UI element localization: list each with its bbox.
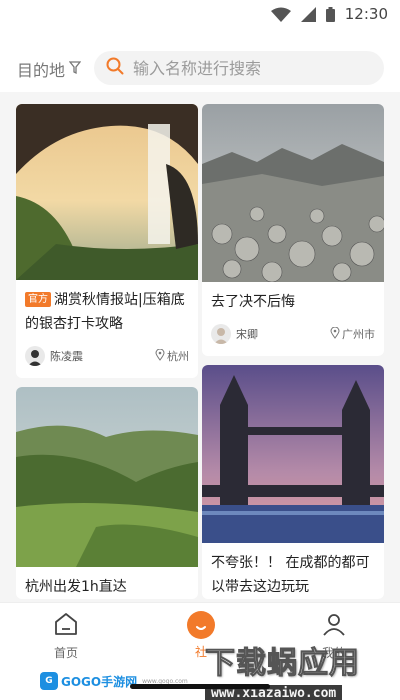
location-pin-icon [155, 348, 165, 364]
green-valley-photo [16, 387, 198, 567]
feed-column-left: 官方 湖赏秋情报站|压箱底的银杏打卡攻略 陈凌震 杭州 杭州出发1h直达 [16, 104, 198, 602]
feed-card[interactable]: 不夸张！！ 在成都的都可以带去这边玩玩 [202, 365, 384, 599]
avatar [25, 346, 45, 366]
location-text: 杭州 [167, 350, 189, 363]
card-meta: 陈凌震 杭州 [16, 336, 198, 378]
destination-filter[interactable]: 目的地 [17, 57, 82, 81]
author-name: 宋卿 [236, 328, 258, 341]
user-icon [321, 611, 347, 640]
card-location: 杭州 [155, 348, 189, 364]
tower-bridge-photo [202, 365, 384, 543]
rocky-mountain-photo [202, 104, 384, 282]
feed-card[interactable]: 官方 湖赏秋情报站|压箱底的银杏打卡攻略 陈凌震 杭州 [16, 104, 198, 378]
filter-icon [68, 60, 82, 79]
search-row: 目的地 [0, 46, 400, 90]
feed-column-right: 去了决不后悔 宋卿 广州市 不夸张！！ 在成都的都可以带去这边玩玩 [202, 104, 384, 602]
status-bar: 12:30 [0, 0, 400, 30]
destination-label: 目的地 [17, 61, 66, 80]
author-name: 陈凌震 [50, 350, 83, 363]
search-icon [106, 57, 124, 79]
watermark-main-text: 下载蜗应用 [205, 646, 360, 682]
card-title: 官方 湖赏秋情报站|压箱底的银杏打卡攻略 [16, 280, 198, 336]
gogo-logo-icon: G [40, 672, 58, 690]
community-icon [187, 611, 215, 639]
home-indicator [130, 684, 270, 689]
location-pin-icon [330, 326, 340, 342]
card-author[interactable]: 宋卿 [211, 324, 258, 344]
tab-home-label: 首页 [53, 646, 78, 660]
battery-icon [325, 6, 335, 22]
signal-icon [300, 6, 316, 22]
tab-home[interactable]: 首页 [26, 611, 106, 661]
home-icon [53, 611, 79, 640]
search-box[interactable] [94, 51, 384, 85]
feed-card[interactable]: 去了决不后悔 宋卿 广州市 [202, 104, 384, 356]
waterfall-cave-photo [16, 104, 198, 280]
gogo-site-name: GOGO手游网 [61, 674, 138, 689]
card-location: 广州市 [330, 326, 375, 342]
search-input[interactable] [133, 58, 363, 78]
avatar [211, 324, 231, 344]
card-title: 不夸张！！ 在成都的都可以带去这边玩玩 [211, 555, 370, 595]
status-time: 12:30 [344, 5, 388, 23]
card-author[interactable]: 陈凌震 [25, 346, 83, 366]
official-badge: 官方 [25, 292, 51, 307]
wifi-icon [270, 7, 291, 22]
feed: 官方 湖赏秋情报站|压箱底的银杏打卡攻略 陈凌震 杭州 杭州出发1h直达 去了决… [0, 92, 400, 602]
site-watermark: 下载蜗应用 www.xiazaiwo.com [205, 638, 395, 700]
card-title: 去了决不后悔 [211, 294, 295, 310]
location-text: 广州市 [342, 328, 375, 341]
card-title: 杭州出发1h直达 [25, 579, 127, 595]
feed-card[interactable]: 杭州出发1h直达 [16, 387, 198, 599]
card-meta: 宋卿 广州市 [202, 314, 384, 356]
